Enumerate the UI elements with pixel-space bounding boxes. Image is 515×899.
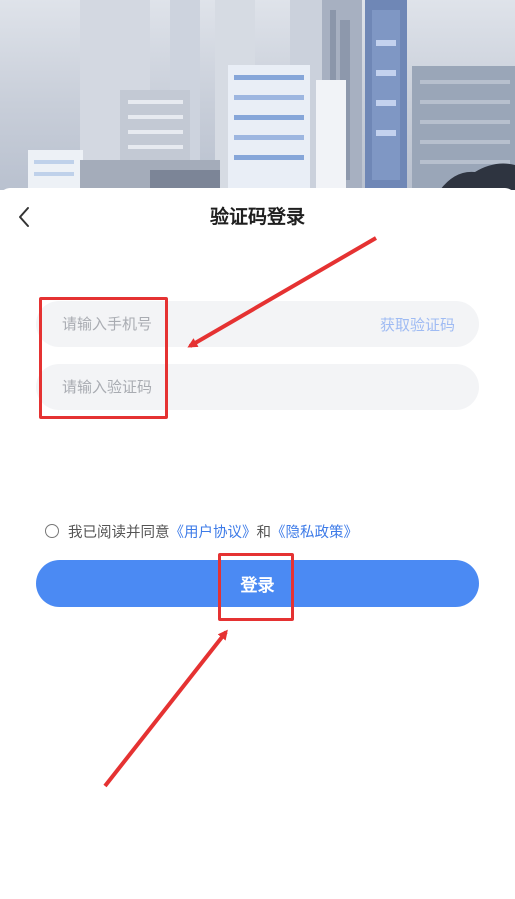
login-panel	[0, 188, 515, 899]
page-title: 验证码登录	[209, 206, 305, 228]
get-code-button[interactable]: 获取验证码	[380, 314, 455, 335]
user-agreement-link[interactable]: 《用户协议》	[170, 521, 257, 542]
agreement-text: 我已阅读并同意	[68, 524, 170, 541]
phone-input[interactable]	[60, 314, 380, 334]
agreement-row: 我已阅读并同意 《用户协议》 和 《隐私政策》	[45, 519, 358, 543]
code-field	[36, 364, 479, 410]
agreement-conjunction: 和	[256, 524, 272, 541]
phone-field: 获取验证码	[36, 301, 479, 347]
header-city-illustration	[0, 0, 515, 190]
login-button[interactable]: 登录	[36, 560, 479, 607]
privacy-policy-link[interactable]: 《隐私政策》	[271, 521, 358, 542]
agreement-checkbox[interactable]	[45, 524, 59, 538]
verification-code-input[interactable]	[60, 377, 455, 397]
